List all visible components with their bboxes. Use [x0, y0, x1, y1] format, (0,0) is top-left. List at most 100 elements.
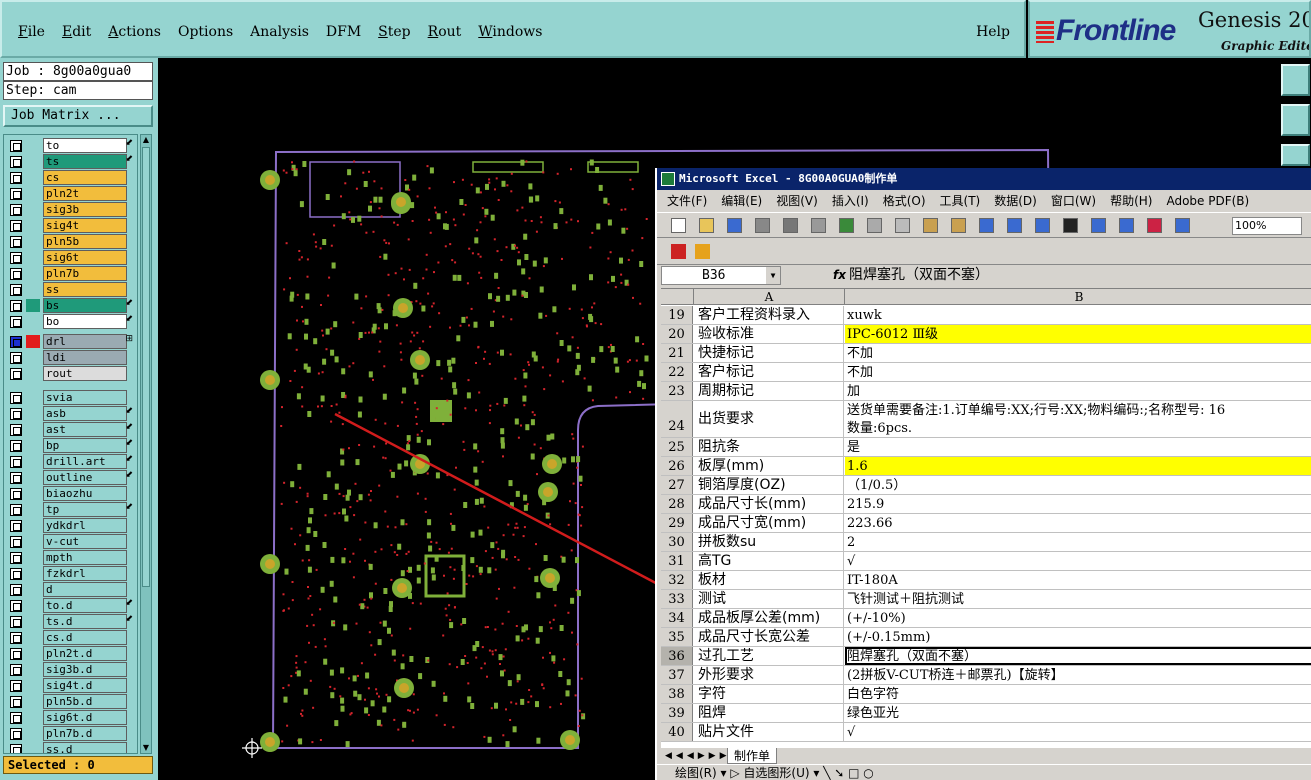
layer-row-cs[interactable]: cs: [6, 170, 136, 185]
layer-name[interactable]: biaozhu: [43, 486, 127, 501]
menu-item-analysis[interactable]: Analysis: [250, 24, 309, 40]
layer-name[interactable]: to: [43, 138, 127, 153]
sheet-tab[interactable]: 制作单: [727, 748, 778, 764]
excel-menu-item[interactable]: 工具(T): [940, 194, 981, 208]
scroll-down-icon[interactable]: ▼: [141, 743, 151, 753]
layer-name[interactable]: drill.art: [43, 454, 127, 469]
excel-menu-item[interactable]: 编辑(E): [721, 194, 762, 208]
excel-menu-item[interactable]: 数据(D): [994, 194, 1037, 208]
layer-checkbox[interactable]: [10, 408, 22, 420]
zoom-select[interactable]: 100%: [1232, 217, 1302, 235]
cell-b[interactable]: IPC-6012 Ⅲ级: [845, 325, 1311, 343]
layer-row-ss.d[interactable]: ss.d: [6, 742, 136, 753]
import-icon[interactable]: [1281, 104, 1310, 136]
scroll-up-icon[interactable]: ▲: [141, 135, 151, 145]
drawing-icon[interactable]: [1175, 218, 1190, 233]
cell-a[interactable]: 贴片文件: [694, 723, 844, 741]
name-box[interactable]: B36 ▼: [661, 266, 781, 285]
cell-a[interactable]: 周期标记: [694, 382, 844, 400]
layer-name[interactable]: mpth: [43, 550, 127, 565]
layer-color-swatch[interactable]: [26, 235, 40, 248]
excel-menu-item[interactable]: Adobe PDF(B): [1166, 194, 1249, 208]
menu-item-actions[interactable]: Actions: [108, 24, 161, 40]
excel-menu-item[interactable]: 插入(I): [832, 194, 869, 208]
layer-name[interactable]: pln2t.d: [43, 646, 127, 661]
row-number[interactable]: 32: [661, 571, 693, 589]
layer-name[interactable]: to.d: [43, 598, 127, 613]
layer-name[interactable]: pln5b.d: [43, 694, 127, 709]
layer-row-drill.art[interactable]: drill.art ⬋: [6, 454, 136, 469]
cell-b[interactable]: 加: [845, 382, 1311, 400]
export-icon[interactable]: [1281, 64, 1310, 96]
layer-name[interactable]: ss.d: [43, 742, 127, 753]
layer-row-sig3b[interactable]: sig3b: [6, 202, 136, 217]
layer-row-ydkdrl[interactable]: ydkdrl: [6, 518, 136, 533]
row-number[interactable]: 29: [661, 514, 693, 532]
layer-row-bo[interactable]: bo ⬋: [6, 314, 136, 329]
cell-b[interactable]: 2: [845, 533, 1311, 551]
cell-b[interactable]: 白色字符: [845, 685, 1311, 703]
paste-icon[interactable]: [923, 218, 938, 233]
layer-color-swatch[interactable]: [26, 695, 40, 708]
cell-a[interactable]: 阻焊: [694, 704, 844, 722]
layer-name[interactable]: bo: [43, 314, 127, 329]
cell-b[interactable]: IT-180A: [845, 571, 1311, 589]
excel-menu-item[interactable]: 帮助(H): [1110, 194, 1152, 208]
layer-name[interactable]: ydkdrl: [43, 518, 127, 533]
excel-menu-item[interactable]: 视图(V): [776, 194, 818, 208]
cell-b[interactable]: 不加: [845, 344, 1311, 362]
layer-row-pln5b[interactable]: pln5b: [6, 234, 136, 249]
layer-color-swatch[interactable]: [26, 439, 40, 452]
layer-color-swatch[interactable]: [26, 727, 40, 740]
layer-checkbox[interactable]: [10, 172, 22, 184]
row-number[interactable]: 21: [661, 344, 693, 362]
layer-name[interactable]: ldi: [43, 350, 127, 365]
layer-row-to[interactable]: to ⬋: [6, 138, 136, 153]
layer-color-swatch[interactable]: [26, 391, 40, 404]
layer-row-ast[interactable]: ast ⬋: [6, 422, 136, 437]
cell-b[interactable]: (+/-10%): [845, 609, 1311, 627]
fx-icon[interactable]: fx: [833, 268, 846, 282]
chevron-down-icon[interactable]: ▼: [766, 267, 780, 284]
layer-checkbox[interactable]: [10, 584, 22, 596]
cell-a[interactable]: 客户工程资料录入: [694, 306, 844, 324]
excel-menu-item[interactable]: 格式(O): [883, 194, 926, 208]
layer-checkbox[interactable]: [10, 488, 22, 500]
layer-row-pln7b.d[interactable]: pln7b.d: [6, 726, 136, 741]
menu-item-windows[interactable]: Windows: [478, 24, 542, 40]
scroll-thumb[interactable]: [142, 147, 150, 587]
undo-icon[interactable]: [979, 218, 994, 233]
layer-row-ts[interactable]: ts ⬋: [6, 154, 136, 169]
sort-desc-icon[interactable]: [1119, 218, 1134, 233]
layer-color-swatch[interactable]: [26, 743, 40, 753]
row-number[interactable]: 20: [661, 325, 693, 343]
layer-checkbox[interactable]: [10, 568, 22, 580]
layer-row-svia[interactable]: svia: [6, 390, 136, 405]
layer-color-swatch[interactable]: [26, 679, 40, 692]
layer-checkbox[interactable]: [10, 204, 22, 216]
row-number[interactable]: 24: [661, 401, 693, 437]
menu-help[interactable]: Help: [976, 24, 1010, 40]
layer-checkbox[interactable]: [10, 268, 22, 280]
save-icon[interactable]: [727, 218, 742, 233]
layer-color-swatch[interactable]: [26, 631, 40, 644]
layer-color-swatch[interactable]: [26, 219, 40, 232]
layer-name[interactable]: pln5b: [43, 234, 127, 249]
layer-color-swatch[interactable]: [26, 407, 40, 420]
layer-color-swatch[interactable]: [26, 315, 40, 328]
row-number[interactable]: 23: [661, 382, 693, 400]
layer-checkbox[interactable]: [10, 440, 22, 452]
cell-a[interactable]: 成品尺寸长(mm): [694, 495, 844, 513]
layer-checkbox[interactable]: [10, 188, 22, 200]
permission-icon[interactable]: [755, 218, 770, 233]
layer-color-swatch[interactable]: [26, 711, 40, 724]
layer-row-sig3b.d[interactable]: sig3b.d: [6, 662, 136, 677]
pdf-icon[interactable]: [671, 244, 686, 259]
cell-a[interactable]: 客户标记: [694, 363, 844, 381]
layer-checkbox[interactable]: [10, 140, 22, 152]
cell-b[interactable]: 送货单需要备注:1.订单编号:XX;行号:XX;物料编码:;名称型号: 16 数量…: [845, 401, 1311, 437]
excel-titlebar[interactable]: Microsoft Excel - 8G00A0GUA0制作单: [657, 168, 1311, 190]
layer-checkbox[interactable]: [10, 728, 22, 740]
layer-color-swatch[interactable]: [26, 471, 40, 484]
layer-row-pln2t.d[interactable]: pln2t.d: [6, 646, 136, 661]
